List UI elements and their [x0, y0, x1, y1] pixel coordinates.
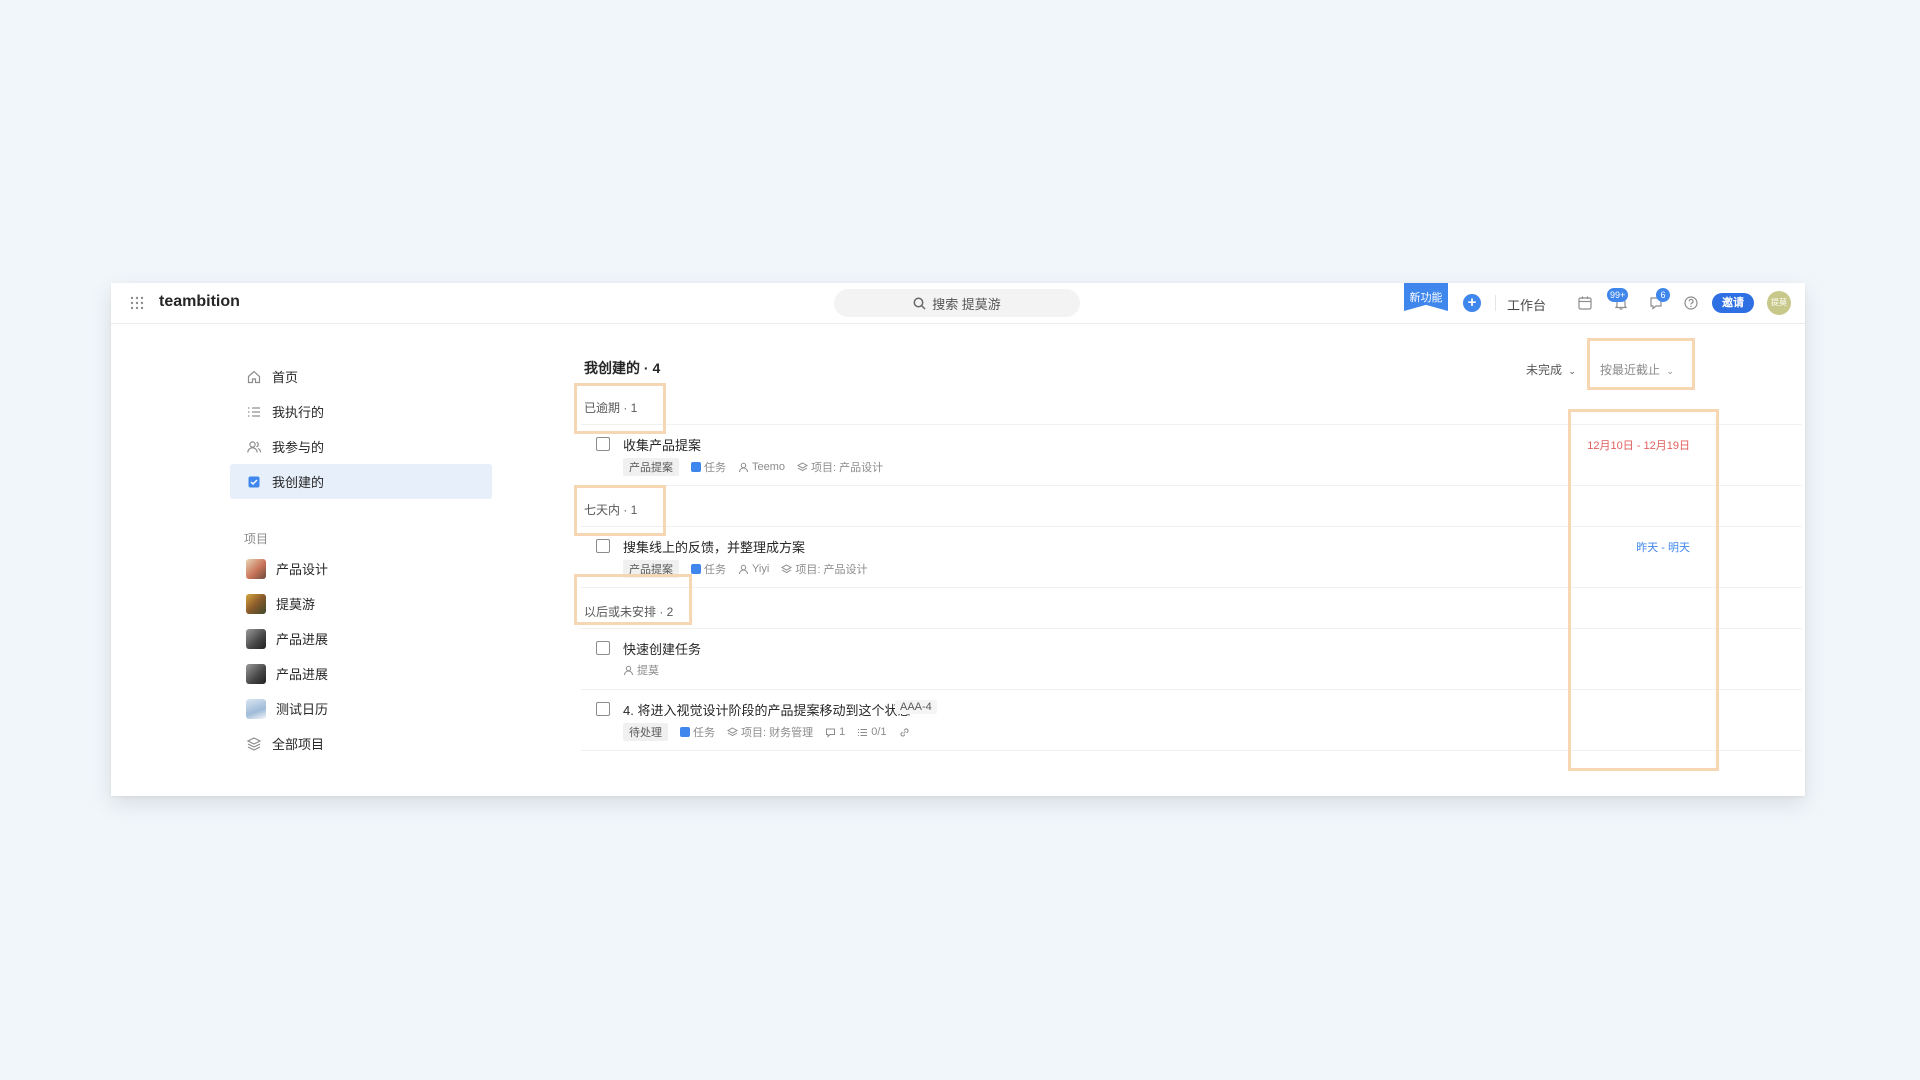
top-bar: teambition 搜索 提莫游 新功能 + 工作台 99+ 6 邀请 提莫	[111, 283, 1805, 324]
project-thumbnail	[246, 628, 266, 649]
task-assignee: Yiyi	[738, 563, 769, 575]
task-type-icon	[691, 564, 701, 574]
comment-icon	[826, 728, 836, 738]
sidebar-project-item[interactable]: 产品进展	[230, 656, 492, 691]
sidebar-project-item[interactable]: 测试日历	[230, 691, 492, 726]
highlight-box	[1568, 409, 1719, 771]
user-icon	[739, 462, 748, 472]
task-type: 任务	[680, 724, 715, 740]
highlight-box	[574, 574, 692, 625]
task-project: 项目: 财务管理	[727, 724, 813, 740]
project-label: 全部项目	[272, 737, 325, 752]
layers-icon	[781, 563, 793, 573]
stage-chip: 产品提案	[623, 458, 679, 476]
project-label: 产品进展	[276, 667, 329, 682]
task-meta: 提莫	[623, 662, 659, 678]
task-title: 快速创建任务	[623, 642, 702, 657]
subtask-list-icon	[858, 728, 868, 736]
task-subtasks: 0/1	[857, 726, 887, 738]
filter-label: 未完成	[1526, 363, 1563, 377]
sidebar-project-item[interactable]: 产品设计	[230, 551, 492, 586]
app-window: teambition 搜索 提莫游 新功能 + 工作台 99+ 6 邀请 提莫 …	[111, 283, 1805, 796]
task-checkbox[interactable]	[596, 641, 610, 655]
sidebar-item-home[interactable]: 首页	[230, 359, 492, 394]
task-title: 4. 将进入视觉设计阶段的产品提案移动到这个状态	[623, 703, 911, 718]
inbox-badge: 6	[1656, 288, 1670, 302]
project-thumbnail	[246, 558, 266, 579]
sidebar-item-created[interactable]: 我创建的	[230, 464, 492, 499]
layers-icon	[727, 726, 738, 736]
sidebar-project-item[interactable]: 产品进展	[230, 621, 492, 656]
project-label: 产品设计	[276, 562, 329, 577]
workbench-link[interactable]: 工作台	[1507, 295, 1546, 314]
user-avatar[interactable]: 提莫	[1767, 291, 1791, 315]
task-meta: 产品提案 任务 Teemo 项目: 产品设计	[623, 458, 883, 476]
project-thumbnail	[246, 663, 266, 684]
search-icon	[913, 297, 926, 310]
search-input[interactable]: 搜索 提莫游	[834, 289, 1080, 317]
task-assignee: 提莫	[623, 662, 659, 678]
help-icon[interactable]	[1683, 295, 1699, 311]
task-checkbox[interactable]	[596, 539, 610, 553]
highlight-box	[1587, 338, 1695, 390]
apps-grid-icon[interactable]	[130, 296, 144, 310]
task-type-icon	[680, 727, 690, 737]
task-checkbox[interactable]	[596, 702, 610, 716]
user-icon	[739, 564, 748, 574]
task-meta: 待处理 任务 项目: 财务管理 1 0/1	[623, 723, 910, 741]
task-type-icon	[691, 462, 701, 472]
project-label: 产品进展	[276, 632, 329, 647]
users-icon	[247, 440, 262, 453]
task-project: 项目: 产品设计	[797, 459, 883, 475]
project-thumbnail	[246, 698, 266, 719]
task-link	[899, 727, 910, 738]
created-icon	[248, 476, 260, 487]
task-type: 任务	[691, 459, 726, 475]
task-title: 搜集线上的反馈，并整理成方案	[623, 540, 806, 555]
link-icon	[900, 728, 909, 736]
sidebar-item-assigned[interactable]: 我执行的	[230, 394, 492, 429]
layers-icon	[246, 736, 262, 751]
divider	[1495, 295, 1496, 311]
user-icon	[624, 665, 633, 675]
sidebar-item-label: 首页	[272, 370, 299, 385]
task-title: 收集产品提案	[623, 438, 702, 453]
brand-logo[interactable]: teambition	[159, 293, 240, 311]
home-icon	[247, 370, 261, 383]
task-comments: 1	[825, 726, 845, 738]
layers-icon	[797, 461, 809, 471]
new-feature-ribbon[interactable]: 新功能	[1404, 283, 1448, 311]
invite-button[interactable]: 邀请	[1712, 293, 1754, 313]
page-title: 我创建的 · 4	[584, 360, 661, 376]
project-label: 测试日历	[276, 702, 329, 717]
project-label: 提莫游	[276, 597, 316, 612]
sidebar-item-label: 我创建的	[272, 475, 325, 490]
chevron-down-icon: ⌄	[1568, 366, 1576, 376]
sidebar-project-item[interactable]: 提莫游	[230, 586, 492, 621]
task-project: 项目: 产品设计	[781, 561, 867, 577]
sidebar-item-label: 我执行的	[272, 405, 325, 420]
calendar-icon[interactable]	[1577, 295, 1593, 311]
highlight-box	[574, 485, 666, 536]
task-code-chip: AAA-4	[895, 700, 937, 714]
task-checkbox[interactable]	[596, 437, 610, 451]
highlight-box	[574, 383, 666, 434]
list-icon	[248, 406, 260, 417]
sidebar-item-all-projects[interactable]: 全部项目	[230, 726, 492, 761]
status-filter-dropdown[interactable]: 未完成 ⌄	[1526, 361, 1576, 378]
projects-section-label: 项目	[244, 532, 269, 546]
task-assignee: Teemo	[738, 461, 785, 473]
quick-add-button[interactable]: +	[1463, 294, 1481, 312]
project-thumbnail	[246, 593, 266, 614]
stage-chip: 待处理	[623, 723, 668, 741]
sidebar-item-label: 我参与的	[272, 440, 325, 455]
task-type: 任务	[691, 561, 726, 577]
notification-badge: 99+	[1607, 288, 1629, 302]
search-placeholder: 搜索 提莫游	[932, 296, 1001, 312]
sidebar-item-participating[interactable]: 我参与的	[230, 429, 492, 464]
